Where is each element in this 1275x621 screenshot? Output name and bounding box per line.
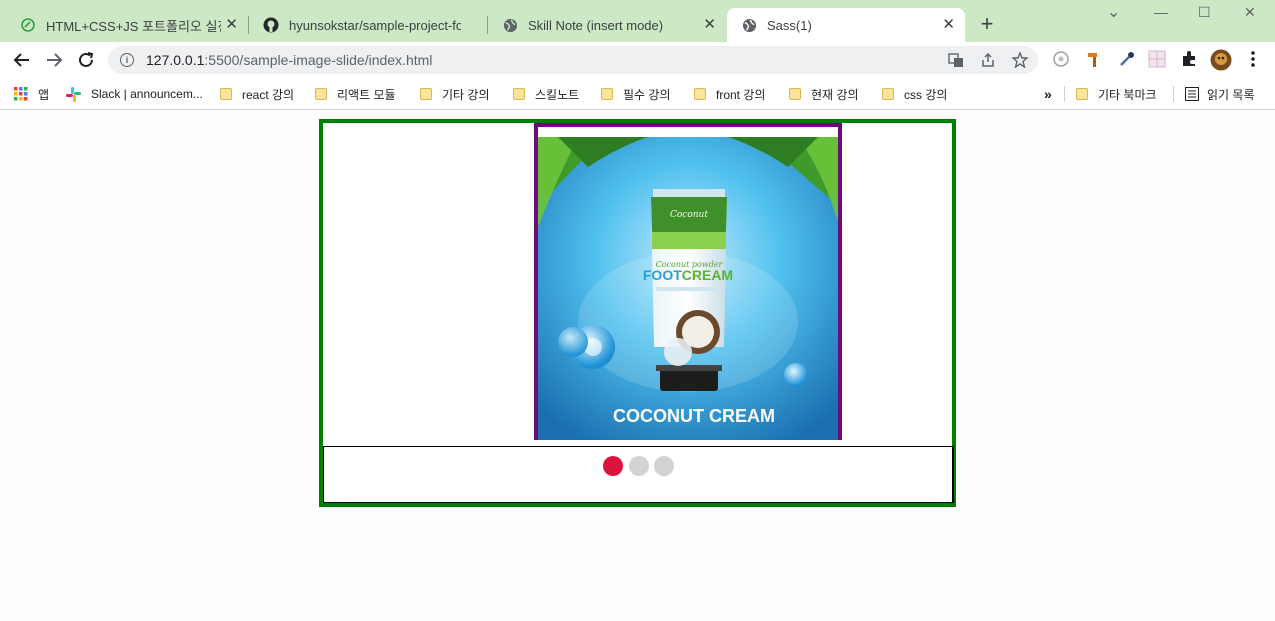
slider-container: Coconut Coconut powder FOOTCREAM COCONUT…: [319, 119, 956, 507]
folder-icon: [1076, 88, 1088, 100]
slide-indicator: [323, 446, 954, 503]
tab-label: Skill Note (insert mode): [528, 17, 664, 33]
divider: [1064, 86, 1065, 102]
bookmark-folder[interactable]: 리액트 모듈: [315, 84, 396, 104]
bookmark-folder[interactable]: 스킬노트: [513, 84, 579, 104]
bookmark-slack[interactable]: Slack | announcem...: [66, 84, 203, 104]
bookmarks-bar: 앱 Slack | announcem... react 강의 리액트 모듈 기…: [0, 78, 1275, 110]
reading-list-button[interactable]: 읽기 목록: [1185, 84, 1255, 104]
folder-icon: [220, 88, 232, 100]
bookmark-label: 스킬노트: [535, 87, 580, 102]
bookmark-folder[interactable]: 필수 강의: [601, 84, 671, 104]
folder-icon: [882, 88, 894, 100]
address-bar[interactable]: i 127.0.0.1:5500/sample-image-slide/inde…: [108, 46, 1038, 74]
bookmark-folder[interactable]: 기타 강의: [420, 84, 490, 104]
bookmark-label: 필수 강의: [623, 87, 671, 102]
close-icon[interactable]: ✕: [225, 17, 238, 33]
page-content: Coconut Coconut powder FOOTCREAM COCONUT…: [0, 111, 1275, 621]
tab-label: Sass(1): [767, 17, 812, 33]
close-window-button[interactable]: ✕: [1244, 4, 1256, 21]
bookmark-label: Slack | announcem...: [91, 87, 203, 101]
avatar[interactable]: [1210, 49, 1232, 71]
bookmark-label: 현재 강의: [811, 87, 859, 102]
tab-strip: HTML+CSS+JS 포트폴리오 실전 ✕ hyunsokstar/sampl…: [0, 0, 1275, 42]
minimize-button[interactable]: —: [1154, 4, 1168, 20]
folder-icon: [601, 88, 613, 100]
folder-icon: [315, 88, 327, 100]
info-icon[interactable]: i: [120, 53, 134, 67]
globe-icon: [741, 17, 757, 33]
bookmark-label: css 강의: [904, 87, 948, 102]
bookmark-folder[interactable]: css 강의: [882, 84, 947, 104]
bookmark-other[interactable]: 기타 북마크: [1076, 84, 1157, 104]
maximize-button[interactable]: ☐: [1198, 4, 1211, 21]
coconut-cream-slide-image: Coconut Coconut powder FOOTCREAM COCONUT…: [538, 137, 838, 440]
slide-dot[interactable]: [654, 456, 674, 476]
close-icon[interactable]: ✕: [703, 17, 716, 33]
reading-list-icon: [1185, 87, 1199, 101]
puzzle-icon[interactable]: [1180, 50, 1198, 68]
new-tab-button[interactable]: +: [976, 13, 998, 35]
svg-text:Coconut: Coconut: [670, 210, 708, 220]
github-icon: [263, 17, 279, 33]
product-name: FOOTCREAM: [643, 267, 733, 283]
browser-toolbar: i 127.0.0.1:5500/sample-image-slide/inde…: [0, 42, 1275, 78]
tab-skill-note[interactable]: Skill Note (insert mode) ✕: [488, 8, 726, 42]
folder-icon: [789, 88, 801, 100]
tab-label: hyunsokstar/sample-project-for: [289, 17, 461, 33]
slack-icon: [66, 86, 81, 102]
bookmark-folder[interactable]: front 강의: [694, 84, 765, 104]
grid-extension-icon[interactable]: [1148, 50, 1166, 68]
folder-icon: [694, 88, 706, 100]
bookmarks-overflow-button[interactable]: »: [1044, 84, 1052, 104]
tab-github[interactable]: hyunsokstar/sample-project-for: [249, 8, 487, 42]
globe-icon: [502, 17, 518, 33]
translate-icon[interactable]: [948, 52, 964, 68]
reload-icon[interactable]: [76, 50, 96, 70]
bookmark-folder[interactable]: 현재 강의: [789, 84, 859, 104]
bookmark-label: react 강의: [242, 87, 295, 102]
tab-label: HTML+CSS+JS 포트폴리오 실전: [46, 18, 221, 34]
slide-image-frame: Coconut Coconut powder FOOTCREAM COCONUT…: [534, 123, 842, 440]
slide-caption: COCONUT CREAM: [613, 406, 775, 426]
close-icon[interactable]: ✕: [942, 17, 955, 33]
bookmark-folder[interactable]: react 강의: [220, 84, 294, 104]
divider: [1173, 86, 1174, 102]
bookmark-apps[interactable]: 앱: [14, 84, 49, 104]
bookmark-label: 기타 북마크: [1098, 87, 1157, 102]
apps-icon: [14, 87, 28, 101]
extension-icon[interactable]: [1052, 50, 1070, 68]
bookmark-label: 앱: [38, 87, 50, 102]
bookmark-label: 기타 강의: [442, 87, 490, 102]
eyedropper-icon[interactable]: [1118, 50, 1136, 68]
leaf-icon: [20, 17, 36, 33]
folder-icon: [513, 88, 525, 100]
tab-sass[interactable]: Sass(1) ✕: [727, 8, 965, 42]
folder-icon: [420, 88, 432, 100]
reading-list-label: 읽기 목록: [1207, 87, 1255, 102]
forward-icon[interactable]: [44, 50, 64, 70]
bookmark-label: front 강의: [716, 87, 766, 102]
slide-dot-active[interactable]: [603, 456, 623, 476]
tab-portfolio[interactable]: HTML+CSS+JS 포트폴리오 실전 ✕: [6, 8, 248, 42]
bookmark-label: 리액트 모듈: [337, 87, 396, 102]
chevron-down-icon[interactable]: ⌄: [1107, 2, 1120, 22]
hammer-icon[interactable]: [1086, 50, 1104, 68]
slide-dot[interactable]: [629, 456, 649, 476]
url-text: 127.0.0.1:5500/sample-image-slide/index.…: [146, 52, 433, 68]
star-icon[interactable]: [1011, 51, 1029, 69]
back-icon[interactable]: [12, 50, 32, 70]
menu-icon[interactable]: [1245, 50, 1261, 68]
share-icon[interactable]: [980, 52, 996, 68]
